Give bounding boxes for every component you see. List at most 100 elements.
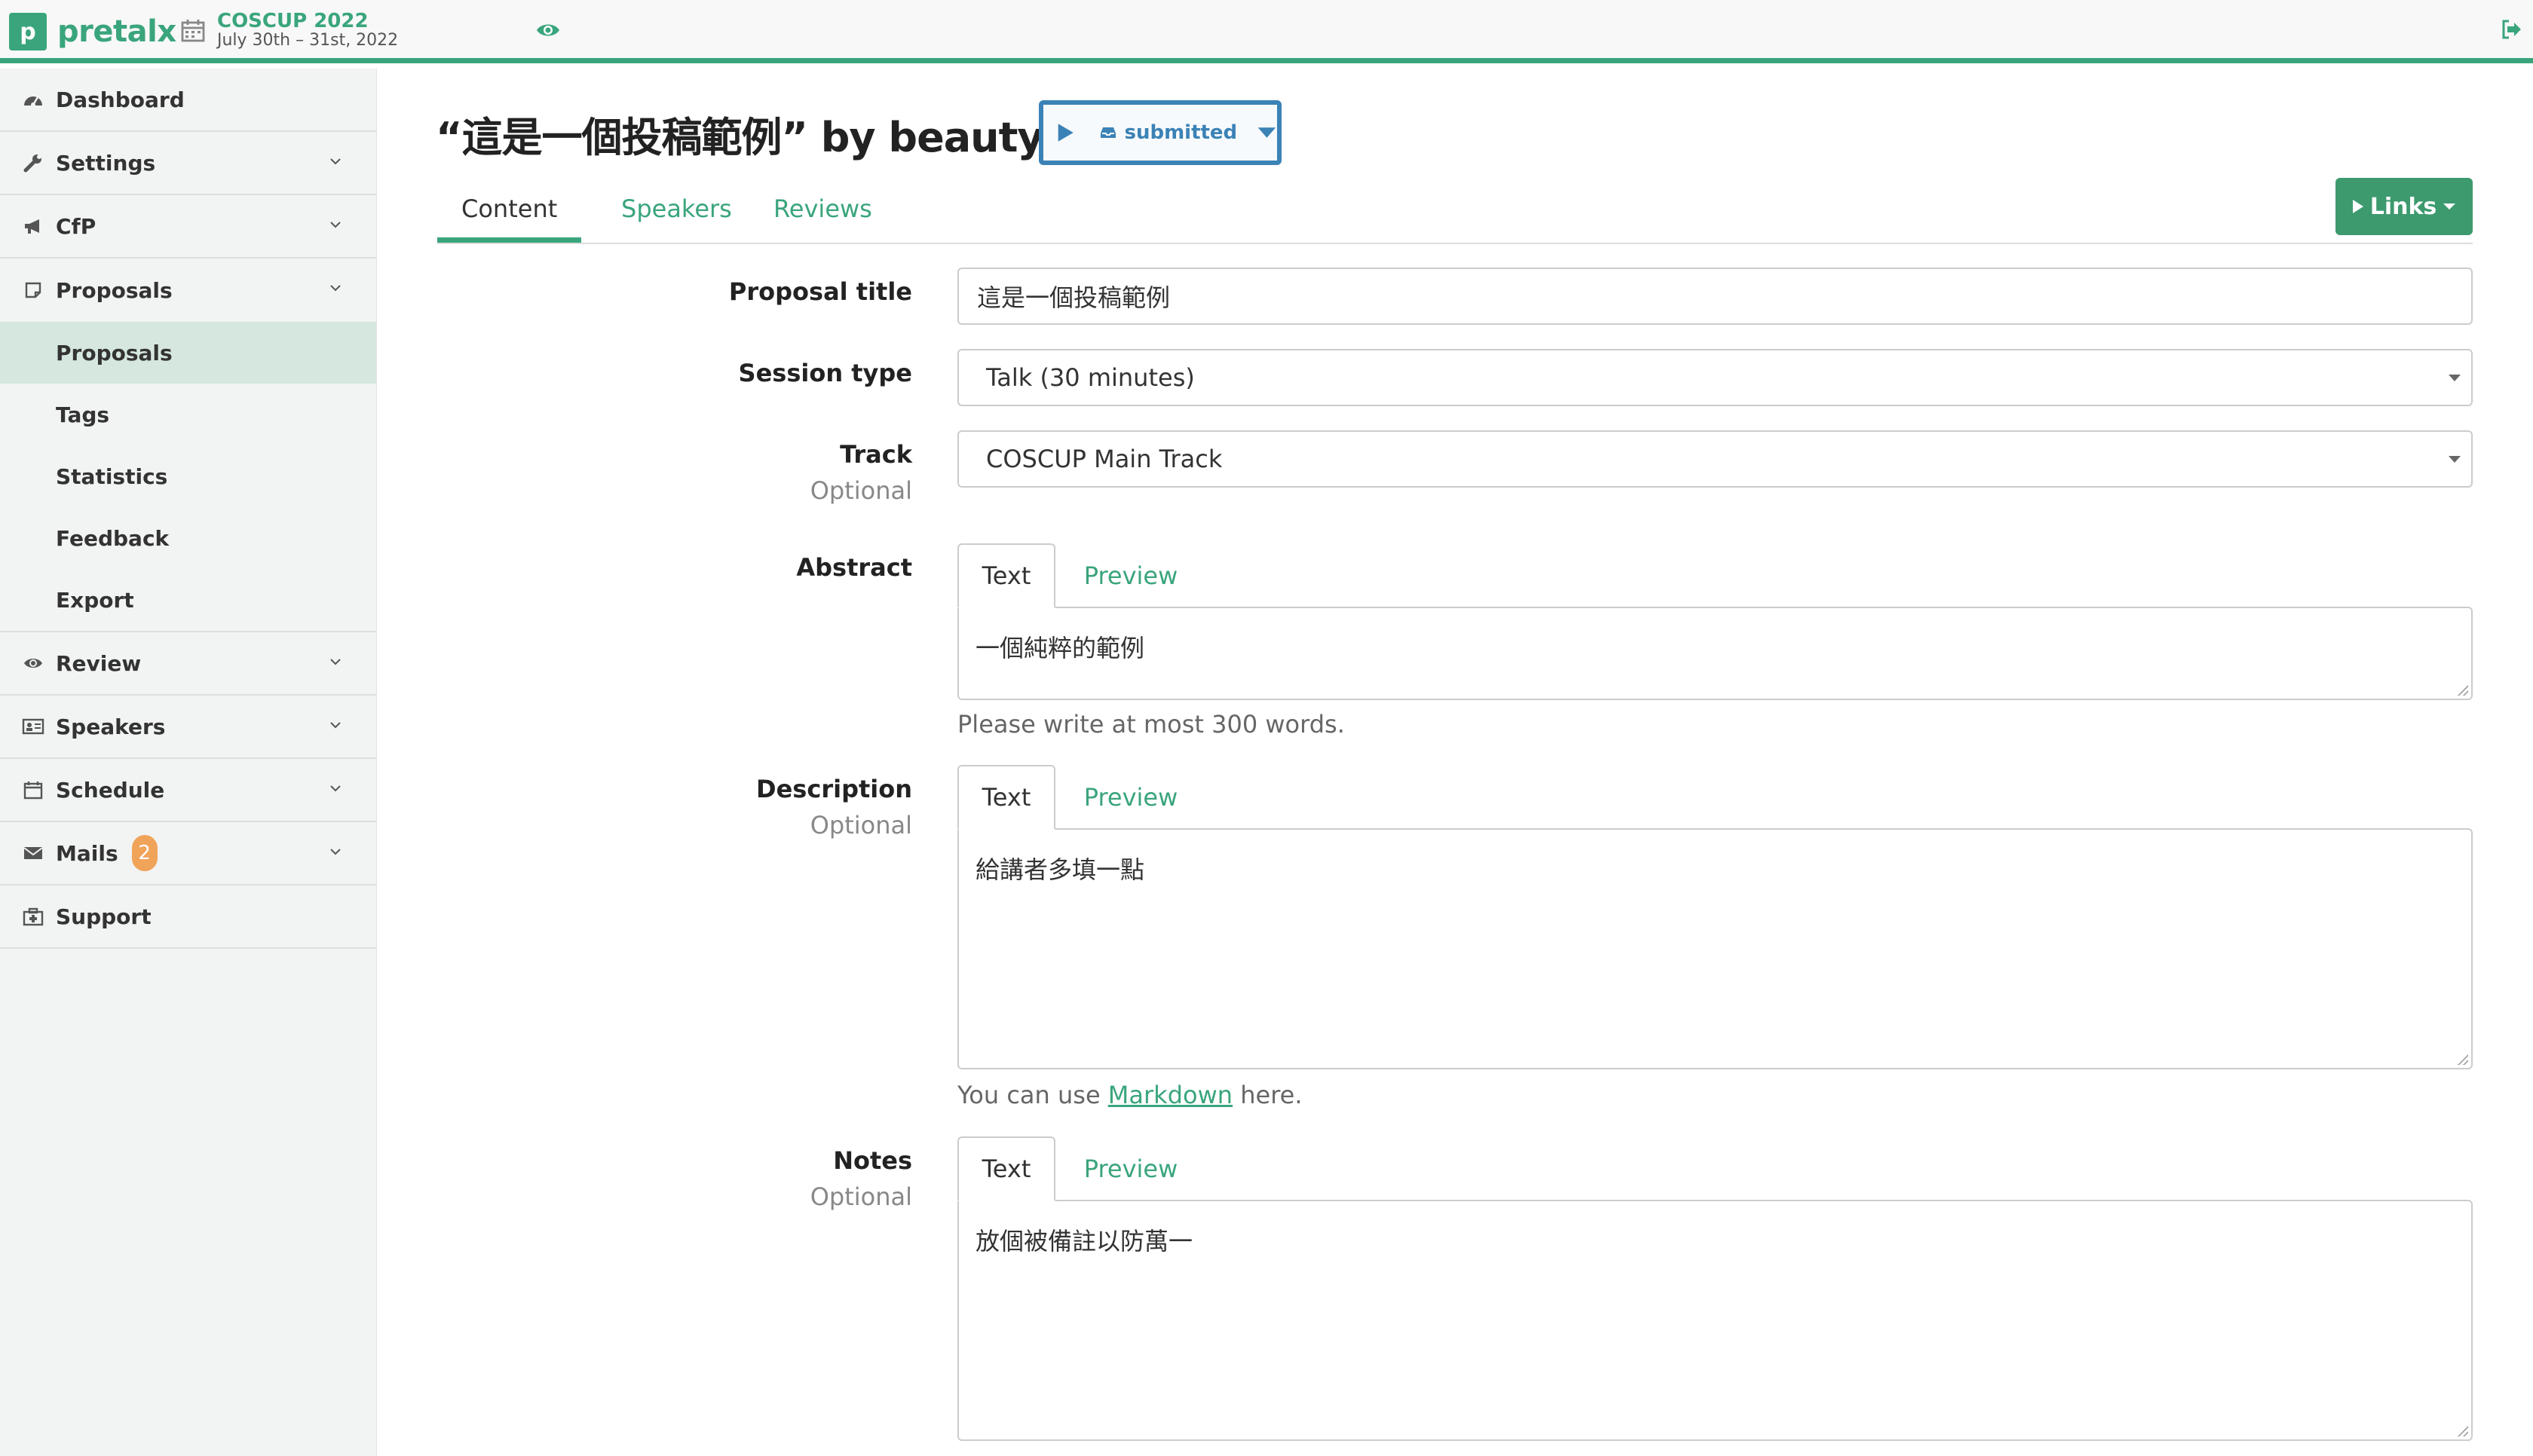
chevron-down-icon xyxy=(330,222,341,228)
sidebar-item-dashboard[interactable]: Dashboard xyxy=(0,69,376,132)
sidebar-item-label: CfP xyxy=(56,213,96,239)
sidebar-item-support[interactable]: Support xyxy=(0,886,376,949)
resize-handle[interactable] xyxy=(2458,1054,2468,1065)
abstract-textarea[interactable]: 一個純粹的範例 xyxy=(957,607,2473,700)
sidebar-item-label: Schedule xyxy=(56,777,165,803)
help-text: here. xyxy=(1233,1081,1303,1109)
abstract-value: 一個純粹的範例 xyxy=(976,634,1145,662)
sidebar-item-schedule[interactable]: Schedule xyxy=(0,759,376,822)
sidebar-item-label: Review xyxy=(56,650,142,676)
event-title: COSCUP 2022 xyxy=(217,10,369,32)
proposals-submenu: Proposals Tags Statistics Feedback Expor… xyxy=(0,322,376,632)
play-icon xyxy=(1058,124,1074,142)
eye-icon xyxy=(21,651,45,675)
select-arrow-icon xyxy=(2449,456,2461,463)
abstract-label: Abstract xyxy=(796,553,912,582)
description-textarea[interactable]: 給講者多填一點 xyxy=(957,828,2473,1069)
links-button[interactable]: Links xyxy=(2335,178,2473,235)
resize-handle[interactable] xyxy=(2458,1426,2468,1436)
abstract-tab-text[interactable]: Text xyxy=(957,543,1055,608)
event-selector[interactable]: COSCUP 2022 July 30th – 31st, 2022 xyxy=(181,11,398,50)
notes-tab-preview[interactable]: Preview xyxy=(1078,1136,1184,1201)
state-dropdown-button[interactable]: submitted xyxy=(1039,100,1282,165)
eye-icon[interactable] xyxy=(535,21,561,39)
id-card-icon xyxy=(21,714,45,739)
select-arrow-icon xyxy=(2449,375,2461,381)
logout-icon[interactable] xyxy=(2500,18,2522,41)
sidebar-subitem-proposals[interactable]: Proposals xyxy=(0,322,376,384)
chevron-down-icon xyxy=(330,849,341,855)
tab-speakers[interactable]: Speakers xyxy=(597,194,756,243)
chevron-down-icon xyxy=(330,722,341,729)
play-icon xyxy=(2352,200,2363,213)
event-dates: July 30th – 31st, 2022 xyxy=(217,31,399,50)
bullhorn-icon xyxy=(21,214,45,238)
mail-count-badge: 2 xyxy=(131,835,158,871)
logo-mark: p xyxy=(9,13,47,50)
sidebar-item-cfp[interactable]: CfP xyxy=(0,195,376,258)
session-type-value: Talk (30 minutes) xyxy=(986,363,1195,392)
proposal-title-value: 這是一個投稿範例 xyxy=(977,283,1171,312)
sidebar-item-settings[interactable]: Settings xyxy=(0,132,376,195)
links-label: Links xyxy=(2369,193,2437,220)
envelope-icon xyxy=(21,841,45,865)
calendar-icon xyxy=(21,778,45,802)
top-bar: p pretalx COSCUP 2022 July 30th – 31st, … xyxy=(0,0,2533,63)
medkit-icon xyxy=(21,904,45,928)
sidebar-item-label: Speakers xyxy=(56,714,166,739)
calendar-icon xyxy=(181,20,205,42)
chevron-down-icon xyxy=(330,285,341,292)
notes-tab-text[interactable]: Text xyxy=(957,1136,1055,1201)
caret-down-icon xyxy=(2443,203,2456,210)
sidebar-subitem-tags[interactable]: Tags xyxy=(0,384,376,445)
proposal-title-label: Proposal title xyxy=(728,277,912,306)
logo-text: pretalx xyxy=(57,14,176,49)
track-label: Track xyxy=(840,440,912,469)
sidebar-item-proposals[interactable]: Proposals xyxy=(0,258,376,322)
abstract-tab-preview[interactable]: Preview xyxy=(1078,543,1184,608)
chevron-down-icon xyxy=(330,785,341,792)
tab-reviews[interactable]: Reviews xyxy=(749,194,896,243)
abstract-editor-tabs: Text Preview xyxy=(957,543,2473,608)
sidebar-item-mails[interactable]: Mails 2 xyxy=(0,822,376,886)
sidebar-item-label: Mails xyxy=(56,840,118,866)
description-tab-text[interactable]: Text xyxy=(957,765,1055,830)
submission-tabs: Content Speakers Reviews xyxy=(437,181,2473,244)
markdown-link[interactable]: Markdown xyxy=(1108,1081,1233,1109)
description-tab-preview[interactable]: Preview xyxy=(1078,765,1184,830)
sidebar-item-review[interactable]: Review xyxy=(0,632,376,696)
state-text: submitted xyxy=(1124,121,1238,144)
description-help: You can use Markdown here. xyxy=(957,1081,1303,1109)
chevron-down-icon xyxy=(330,659,341,665)
notes-textarea[interactable]: 放個被備註以防萬一 xyxy=(957,1200,2473,1441)
track-value: COSCUP Main Track xyxy=(986,445,1223,473)
session-type-select[interactable]: Talk (30 minutes) xyxy=(957,349,2473,406)
tab-content[interactable]: Content xyxy=(437,194,582,243)
sidebar: Dashboard Settings CfP Proposals Proposa… xyxy=(0,69,377,1456)
sidebar-item-label: Proposals xyxy=(56,277,173,303)
pretalx-logo[interactable]: p pretalx xyxy=(9,13,176,50)
sidebar-subitem-feedback[interactable]: Feedback xyxy=(0,507,376,569)
notes-optional: Optional xyxy=(810,1182,912,1211)
description-value: 給講者多填一點 xyxy=(976,855,1145,884)
inbox-icon xyxy=(1101,127,1116,138)
sidebar-item-label: Dashboard xyxy=(56,87,185,112)
chevron-down-icon xyxy=(330,158,341,165)
dashboard-icon xyxy=(21,87,45,112)
abstract-help: Please write at most 300 words. xyxy=(957,710,1345,739)
sidebar-subitem-statistics[interactable]: Statistics xyxy=(0,445,376,507)
state-label: submitted xyxy=(1100,121,1237,144)
wrench-icon xyxy=(21,151,45,175)
help-text: You can use xyxy=(957,1081,1108,1109)
resize-handle[interactable] xyxy=(2458,685,2468,696)
track-select[interactable]: COSCUP Main Track xyxy=(957,430,2473,488)
session-type-label: Session type xyxy=(738,359,912,387)
notes-editor-tabs: Text Preview xyxy=(957,1136,2473,1201)
sidebar-item-label: Settings xyxy=(56,150,156,176)
page-title: “這是一個投稿範例” by beautylu xyxy=(436,114,1086,161)
sidebar-subitem-export[interactable]: Export xyxy=(0,569,376,631)
sidebar-item-speakers[interactable]: Speakers xyxy=(0,696,376,759)
sticky-note-icon xyxy=(21,278,45,302)
proposal-title-input[interactable]: 這是一個投稿範例 xyxy=(957,268,2473,325)
notes-value: 放個被備註以防萬一 xyxy=(976,1227,1193,1256)
